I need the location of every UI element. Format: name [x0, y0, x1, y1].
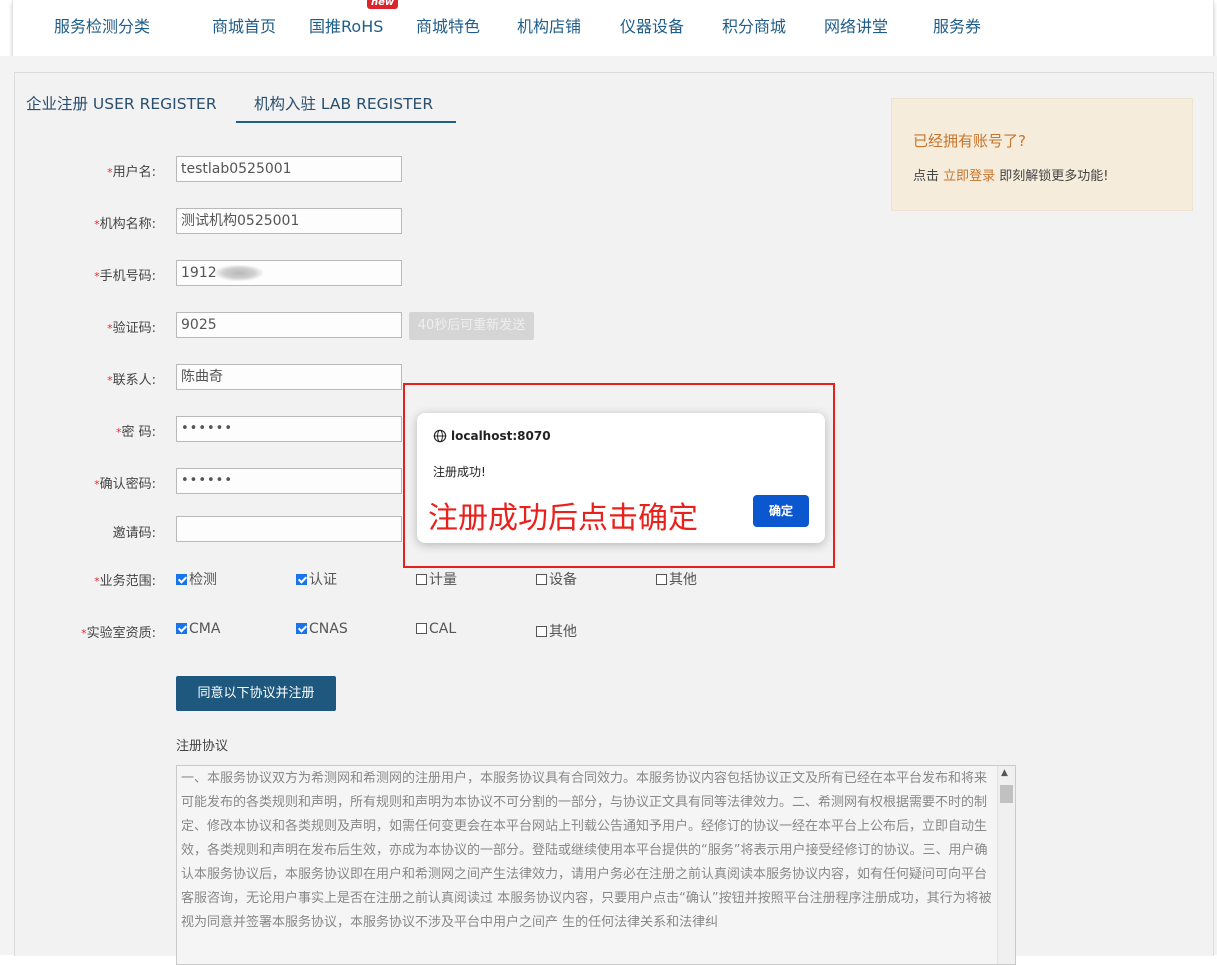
qualification-checkbox-cal[interactable]: CAL [416, 621, 456, 637]
checkbox-unchecked [416, 623, 427, 634]
scope-checkbox-other[interactable]: 其他 [656, 569, 697, 589]
checkbox-label: 检测 [189, 572, 217, 588]
password-input[interactable]: •••••• [176, 416, 402, 442]
checkbox-label: CAL [429, 621, 457, 637]
scope-checkbox-certification[interactable]: 认证 [296, 569, 337, 589]
top-nav: 服务检测分类 商城首页 国推RoHS new 商城特色 机构店铺 仪器设备 积分… [12, 0, 1214, 57]
qualification-label: *实验室资质: [4, 622, 156, 641]
qualification-checkbox-other[interactable]: 其他 [536, 621, 577, 641]
phone-label: *手机号码: [4, 265, 156, 284]
checkbox-checked [176, 623, 187, 634]
scroll-up-arrow-icon[interactable]: ▲ [1001, 768, 1008, 778]
invite-code-label: 邀请码: [112, 526, 156, 541]
qualification-checkbox-cnas[interactable]: CNAS [296, 621, 348, 637]
scope-label: *业务范围: [4, 570, 156, 589]
checkbox-label: CMA [189, 621, 221, 637]
tab-enterprise-register[interactable]: 企业注册 USER REGISTER [26, 92, 217, 114]
password-label-text: 密 码: [121, 425, 156, 440]
redaction-blur [214, 265, 263, 281]
org-name-label: *机构名称: [4, 213, 156, 232]
contact-input[interactable]: 陈曲奇 [176, 364, 402, 390]
qualification-label-text: 实验室资质: [86, 626, 156, 641]
login-tip-box: 已经拥有账号了? 点击 立即登录 即刻解锁更多功能! [891, 98, 1193, 211]
scroll-thumb[interactable] [1000, 785, 1013, 803]
dialog-message: 注册成功! [433, 465, 486, 479]
globe-icon [433, 429, 447, 443]
scope-checkbox-metrology[interactable]: 计量 [416, 569, 457, 589]
active-tab-indicator [236, 121, 456, 123]
agree-register-button[interactable]: 同意以下协议并注册 [176, 676, 336, 711]
agreement-scrollbar[interactable]: ▲ [997, 766, 1015, 964]
tip-suffix: 即刻解锁更多功能! [995, 169, 1109, 184]
contact-label: *联系人: [4, 369, 156, 388]
password-label: *密 码: [4, 421, 156, 440]
checkbox-label: CNAS [309, 621, 348, 637]
agreement-title: 注册协议 [176, 739, 229, 754]
nav-item-service-coupons[interactable]: 服务券 [933, 0, 981, 56]
checkbox-checked [296, 623, 307, 634]
dialog-ok-button[interactable]: 确定 [753, 495, 809, 527]
phone-value: 1912 [181, 265, 217, 281]
agreement-textarea[interactable]: 一、本服务协议双方为希测网和希测网的注册用户，本服务协议具有合同效力。本服务协议… [176, 765, 1016, 965]
org-name-input[interactable]: 测试机构0525001 [176, 208, 402, 234]
alert-dialog: localhost:8070 注册成功! 注册成功后点击确定 确定 [417, 413, 825, 543]
nav-item-instruments[interactable]: 仪器设备 [620, 0, 684, 56]
tip-title: 已经拥有账号了? [913, 132, 1026, 150]
scope-label-text: 业务范围: [99, 574, 156, 589]
checkbox-unchecked [656, 574, 667, 585]
scope-checkbox-equipment[interactable]: 设备 [536, 569, 577, 589]
nav-item-service-category[interactable]: 服务检测分类 [54, 0, 150, 56]
checkbox-label: 设备 [549, 572, 577, 588]
phone-label-text: 手机号码: [99, 269, 156, 284]
checkbox-checked [176, 574, 187, 585]
login-link[interactable]: 立即登录 [943, 169, 995, 184]
nav-item-points-mall[interactable]: 积分商城 [722, 0, 786, 56]
username-input[interactable]: testlab0525001 [176, 156, 402, 182]
checkbox-unchecked [536, 626, 547, 637]
checkbox-unchecked [416, 574, 427, 585]
checkbox-checked [296, 574, 307, 585]
org-name-label-text: 机构名称: [99, 217, 156, 232]
code-label-text: 验证码: [112, 321, 156, 336]
nav-item-mall-features[interactable]: 商城特色 [416, 0, 480, 56]
nav-item-rohs[interactable]: 国推RoHS new [309, 0, 399, 56]
new-badge: new [367, 0, 399, 9]
scope-checkbox-testing[interactable]: 检测 [176, 569, 217, 589]
contact-label-text: 联系人: [112, 373, 156, 388]
resend-code-button[interactable]: 40秒后可重新发送 [409, 312, 534, 340]
checkbox-label: 认证 [309, 572, 337, 588]
confirm-password-label-text: 确认密码: [99, 477, 156, 492]
dialog-origin: localhost:8070 [433, 429, 551, 443]
invite-code-input[interactable] [176, 516, 402, 542]
username-label-text: 用户名: [112, 165, 156, 180]
nav-item-lab-stores[interactable]: 机构店铺 [517, 0, 581, 56]
verification-code-input[interactable]: 9025 [176, 312, 402, 338]
checkbox-label: 其他 [549, 624, 577, 640]
checkbox-label: 计量 [429, 572, 457, 588]
nav-item-mall-home[interactable]: 商城首页 [212, 0, 276, 56]
annotation-text: 注册成功后点击确定 [428, 501, 698, 536]
agreement-text: 一、本服务协议双方为希测网和希测网的注册用户，本服务协议具有合同效力。本服务协议… [181, 771, 992, 930]
code-label: *验证码: [4, 317, 156, 336]
tip-prefix: 点击 [913, 169, 944, 184]
checkbox-label: 其他 [669, 572, 697, 588]
phone-input[interactable]: 1912 [176, 260, 402, 286]
confirm-password-input[interactable]: •••••• [176, 468, 402, 494]
nav-item-online-lectures[interactable]: 网络讲堂 [824, 0, 888, 56]
qualification-checkbox-cma[interactable]: CMA [176, 621, 220, 637]
checkbox-unchecked [536, 574, 547, 585]
username-label: *用户名: [4, 161, 156, 180]
nav-item-rohs-label: 国推RoHS [309, 17, 384, 36]
tab-lab-register[interactable]: 机构入驻 LAB REGISTER [254, 92, 433, 114]
confirm-password-label: *确认密码: [4, 473, 156, 492]
tip-line: 点击 立即登录 即刻解锁更多功能! [913, 165, 1109, 184]
dialog-origin-text: localhost:8070 [451, 429, 551, 443]
